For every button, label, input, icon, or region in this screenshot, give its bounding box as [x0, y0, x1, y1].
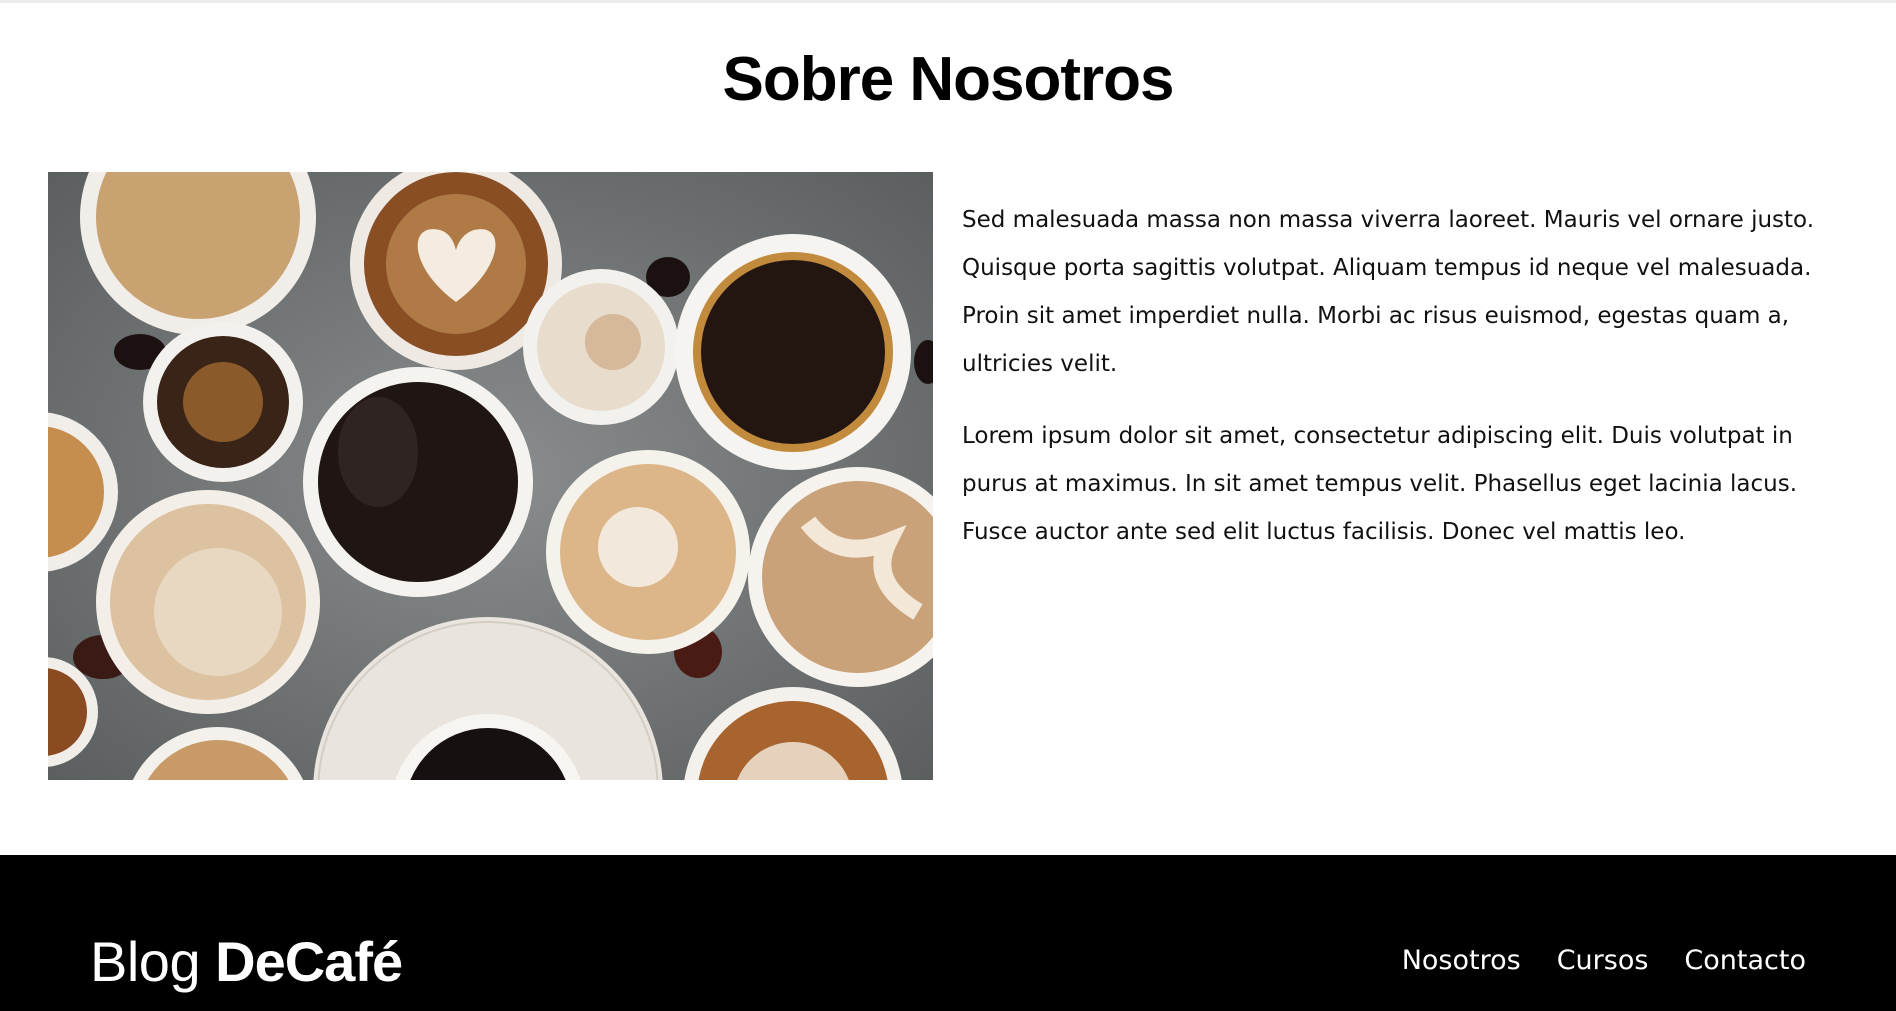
about-paragraph-1: Sed malesuada massa non massa viverra la… [962, 207, 1815, 377]
page-title: Sobre Nosotros [722, 45, 1174, 114]
top-border [0, 0, 1896, 3]
site-logo[interactable]: Blog DeCafé [90, 929, 403, 994]
coffee-cups-image [48, 172, 933, 780]
about-paragraph-2: Lorem ipsum dolor sit amet, consectetur … [962, 423, 1798, 545]
nav-link-nosotros[interactable]: Nosotros [1402, 945, 1521, 976]
footer: Blog DeCafé Nosotros Cursos Contacto [0, 855, 1896, 1011]
logo-text-bold: DeCafé [215, 930, 403, 993]
about-content: Sed malesuada massa non massa viverra la… [962, 196, 1852, 580]
nav-link-contacto[interactable]: Contacto [1684, 945, 1806, 976]
logo-text-light: Blog [90, 930, 216, 993]
footer-nav: Nosotros Cursos Contacto [1402, 945, 1806, 976]
nav-link-cursos[interactable]: Cursos [1557, 945, 1649, 976]
